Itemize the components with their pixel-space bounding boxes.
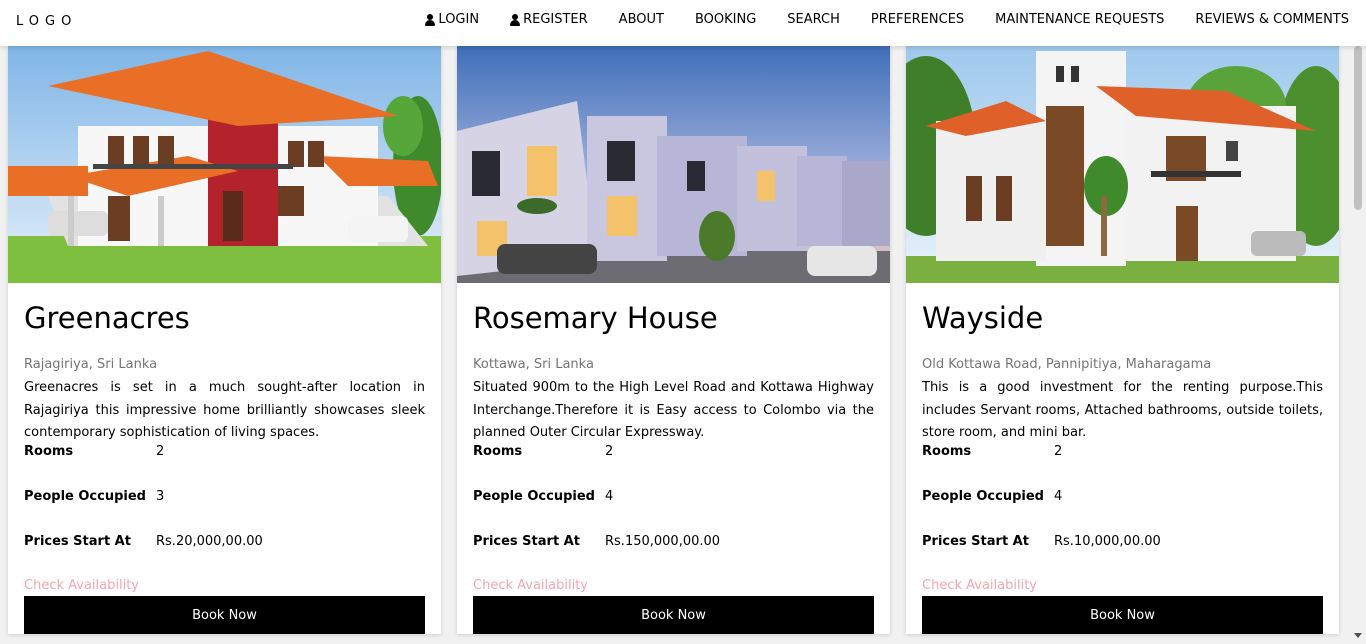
top-navbar: LOGO LOGIN REGISTER ABOUT BOOKING SEARCH… — [0, 0, 1366, 46]
nav-maintenance-requests[interactable]: MAINTENANCE REQUESTS — [995, 12, 1164, 27]
price-label: Prices Start At — [24, 534, 131, 549]
property-card: Greenacres Rajagiriya, Sri Lanka Greenac… — [8, 46, 441, 634]
nav-preferences[interactable]: PREFERENCES — [871, 12, 964, 27]
house-image — [906, 46, 1339, 283]
property-description: This is a good investment for the rentin… — [922, 380, 1323, 440]
spec-price: Prices Start At Rs.20,000,00.00 — [24, 534, 425, 579]
price-value: Rs.20,000,00.00 — [156, 534, 263, 549]
rooms-label: Rooms — [473, 444, 523, 459]
nav-login[interactable]: LOGIN — [425, 12, 479, 27]
house-image — [8, 46, 441, 283]
check-availability-link[interactable]: Check Availability — [922, 579, 1323, 593]
property-card: Rosemary House Kottawa, Sri Lanka Situat… — [457, 46, 890, 634]
vertical-scrollbar[interactable] — [1350, 46, 1366, 644]
property-description: Greenacres is set in a much sought-after… — [24, 380, 425, 440]
spec-rooms: Rooms 2 — [24, 444, 425, 489]
people-label: People Occupied — [24, 489, 146, 504]
property-image — [457, 46, 890, 283]
people-value: 4 — [1054, 489, 1063, 504]
rooms-label: Rooms — [922, 444, 972, 459]
logo[interactable]: LOGO — [16, 14, 77, 29]
property-description: Situated 900m to the High Level Road and… — [473, 380, 874, 440]
people-value: 3 — [156, 489, 165, 504]
book-now-button[interactable]: Book Now — [24, 596, 425, 634]
book-now-button[interactable]: Book Now — [473, 596, 874, 634]
nav-reviews-comments[interactable]: REVIEWS & COMMENTS — [1195, 12, 1349, 27]
rooms-value: 2 — [156, 444, 165, 459]
spec-price: Prices Start At Rs.10,000,00.00 — [922, 534, 1323, 579]
spec-people: People Occupied 3 — [24, 489, 425, 534]
check-availability-link[interactable]: Check Availability — [473, 579, 874, 593]
price-label: Prices Start At — [473, 534, 580, 549]
rooms-value: 2 — [1054, 444, 1063, 459]
nav-register-label: REGISTER — [523, 12, 588, 27]
property-title: Greenacres — [24, 301, 190, 335]
price-value: Rs.10,000,00.00 — [1054, 534, 1161, 549]
property-card: Wayside Old Kottawa Road, Pannipitiya, M… — [906, 46, 1339, 634]
book-now-button[interactable]: Book Now — [922, 596, 1323, 634]
spec-people: People Occupied 4 — [922, 489, 1323, 534]
scrollbar-thumb[interactable] — [1354, 46, 1362, 210]
spec-people: People Occupied 4 — [473, 489, 874, 534]
people-value: 4 — [605, 489, 614, 504]
people-label: People Occupied — [473, 489, 595, 504]
property-title: Wayside — [922, 301, 1044, 335]
nav-about[interactable]: ABOUT — [619, 12, 664, 27]
price-label: Prices Start At — [922, 534, 1029, 549]
property-image — [906, 46, 1339, 283]
rooms-value: 2 — [605, 444, 614, 459]
nav-login-label: LOGIN — [438, 12, 480, 27]
rooms-label: Rooms — [24, 444, 74, 459]
check-availability-link[interactable]: Check Availability — [24, 579, 425, 593]
property-image — [8, 46, 441, 283]
property-location: Rajagiriya, Sri Lanka — [24, 357, 158, 372]
scroll-down-arrow-icon[interactable] — [1354, 633, 1362, 638]
nav-search[interactable]: SEARCH — [787, 12, 840, 27]
nav-booking[interactable]: BOOKING — [695, 12, 756, 27]
nav-register[interactable]: REGISTER — [510, 12, 588, 27]
property-location: Old Kottawa Road, Pannipitiya, Maharagam… — [922, 357, 1212, 372]
house-image — [457, 46, 890, 283]
user-icon — [510, 13, 521, 26]
people-label: People Occupied — [922, 489, 1044, 504]
property-location: Kottawa, Sri Lanka — [473, 357, 594, 372]
spec-rooms: Rooms 2 — [922, 444, 1323, 489]
property-title: Rosemary House — [473, 301, 718, 335]
property-cards: Greenacres Rajagiriya, Sri Lanka Greenac… — [0, 46, 1350, 644]
user-icon — [425, 13, 436, 26]
spec-rooms: Rooms 2 — [473, 444, 874, 489]
nav-menu: LOGIN REGISTER ABOUT BOOKING SEARCH PREF… — [394, 12, 1349, 27]
spec-price: Prices Start At Rs.150,000,00.00 — [473, 534, 874, 579]
price-value: Rs.150,000,00.00 — [605, 534, 721, 549]
